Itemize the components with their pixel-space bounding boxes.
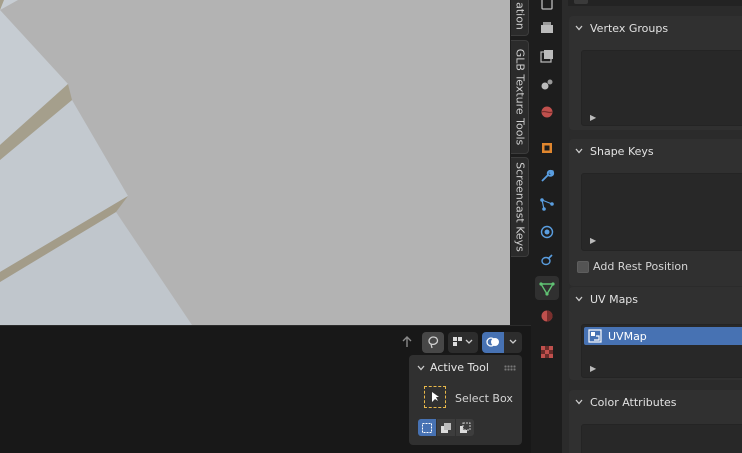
sidebar-tab-animation[interactable]: ation	[511, 0, 529, 36]
physics-tab[interactable]	[535, 220, 559, 244]
staircase-object	[0, 0, 192, 325]
color-attributes-header[interactable]: Color Attributes	[569, 390, 742, 414]
render-icon	[541, 22, 553, 33]
snap-icon	[453, 337, 473, 346]
expand-triangle-icon[interactable]: ▶	[590, 364, 596, 373]
sidebar-tab-label: Screencast Keys	[513, 162, 526, 252]
physics-icon	[540, 225, 554, 239]
view-layer-tab[interactable]	[535, 72, 559, 96]
lasso-icon	[428, 336, 439, 349]
mode-new-icon	[422, 422, 432, 433]
output-tab[interactable]	[535, 44, 559, 68]
uv-map-item[interactable]: UVMap	[584, 327, 742, 345]
uv-map-name: UVMap	[608, 329, 647, 343]
tool-tab[interactable]	[535, 0, 559, 16]
shape-keys-list[interactable]: ▶	[581, 173, 742, 251]
viewport-header-tools	[396, 330, 522, 354]
mode-subtract-icon	[460, 422, 471, 433]
chevron-down-icon	[509, 339, 517, 344]
modifier-tab[interactable]	[535, 164, 559, 188]
sidebar-tab-glb-texture-tools[interactable]: GLB Texture Tools	[511, 40, 529, 154]
tool-icon	[541, 0, 553, 10]
active-tool-header[interactable]: Active Tool	[417, 361, 489, 374]
active-tool-title: Active Tool	[430, 361, 489, 374]
constraints-tab[interactable]	[535, 248, 559, 272]
color-attributes-title: Color Attributes	[590, 395, 677, 409]
shape-keys-header[interactable]: Shape Keys	[569, 139, 742, 163]
properties-top-strip	[568, 0, 742, 6]
active-tool-panel: Active Tool Select Box	[409, 355, 522, 445]
chevron-down-icon	[575, 296, 583, 302]
drag-handle-icon[interactable]	[504, 365, 516, 371]
data-tab[interactable]	[535, 276, 559, 300]
properties-tab-column	[531, 0, 562, 453]
color-attributes-panel: Color Attributes	[569, 390, 742, 453]
mode-subtract-button[interactable]	[456, 419, 474, 436]
chevron-down-icon	[575, 399, 583, 405]
chevron-down-icon	[417, 365, 425, 370]
sidebar-tab-screencast-keys[interactable]: Screencast Keys	[511, 157, 529, 257]
arrow-up-icon	[402, 336, 412, 347]
material-tab[interactable]	[535, 304, 559, 328]
lasso-button[interactable]	[422, 331, 444, 353]
snap-dropdown[interactable]	[448, 331, 478, 353]
texture-tab[interactable]	[535, 340, 559, 364]
uv-maps-panel: UV Maps UVMap ▶	[569, 287, 742, 380]
object-tab[interactable]	[535, 136, 559, 160]
vertex-groups-header[interactable]: Vertex Groups	[569, 16, 742, 40]
sidebar-tab-label: GLB Texture Tools	[513, 48, 526, 146]
shape-keys-title: Shape Keys	[590, 144, 654, 158]
expand-triangle-icon[interactable]: ▶	[590, 236, 596, 245]
overlay-toggle-button[interactable]	[482, 331, 504, 353]
vertex-groups-panel: Vertex Groups ▶	[569, 16, 742, 130]
wrench-icon	[541, 169, 555, 182]
cursor-icon	[432, 392, 439, 402]
parent-arrow-button[interactable]	[396, 332, 418, 353]
selection-mode-row	[418, 419, 474, 436]
uv-maps-header[interactable]: UV Maps	[569, 287, 742, 311]
particles-tab[interactable]	[535, 192, 559, 216]
viewport-3d[interactable]	[0, 0, 510, 325]
add-rest-position-checkbox[interactable]	[577, 261, 589, 273]
texture-icon	[541, 346, 553, 358]
material-icon	[541, 310, 553, 322]
scene-icon	[541, 106, 553, 118]
chevron-down-icon	[575, 148, 583, 154]
mode-extend-icon	[441, 422, 451, 433]
mesh-data-icon	[539, 282, 555, 296]
select-box-icon[interactable]	[424, 386, 446, 408]
particles-icon	[540, 198, 554, 211]
color-attributes-list[interactable]	[581, 424, 742, 453]
mode-extend-button[interactable]	[437, 419, 455, 436]
uv-maps-list[interactable]: UVMap ▶	[581, 324, 742, 378]
constraints-icon	[541, 254, 553, 266]
output-icon	[540, 50, 553, 63]
scene-tab[interactable]	[535, 100, 559, 124]
object-icon	[542, 143, 552, 153]
select-box-label: Select Box	[455, 392, 513, 405]
overlay-icon	[486, 337, 499, 347]
vertex-groups-title: Vertex Groups	[590, 21, 669, 35]
add-rest-position-label: Add Rest Position	[593, 260, 689, 273]
overlay-dropdown-button[interactable]	[504, 331, 522, 353]
vertex-groups-list[interactable]: ▶	[581, 50, 742, 126]
pin-button[interactable]	[574, 0, 588, 4]
chevron-down-icon	[575, 25, 583, 31]
view-layer-icon	[541, 79, 553, 90]
sidebar-tab-label: ation	[513, 2, 526, 30]
uv-maps-title: UV Maps	[590, 292, 639, 306]
render-tab[interactable]	[535, 16, 559, 40]
uv-map-icon	[588, 329, 602, 343]
expand-triangle-icon[interactable]: ▶	[590, 113, 596, 122]
mode-new-button[interactable]	[418, 419, 436, 436]
